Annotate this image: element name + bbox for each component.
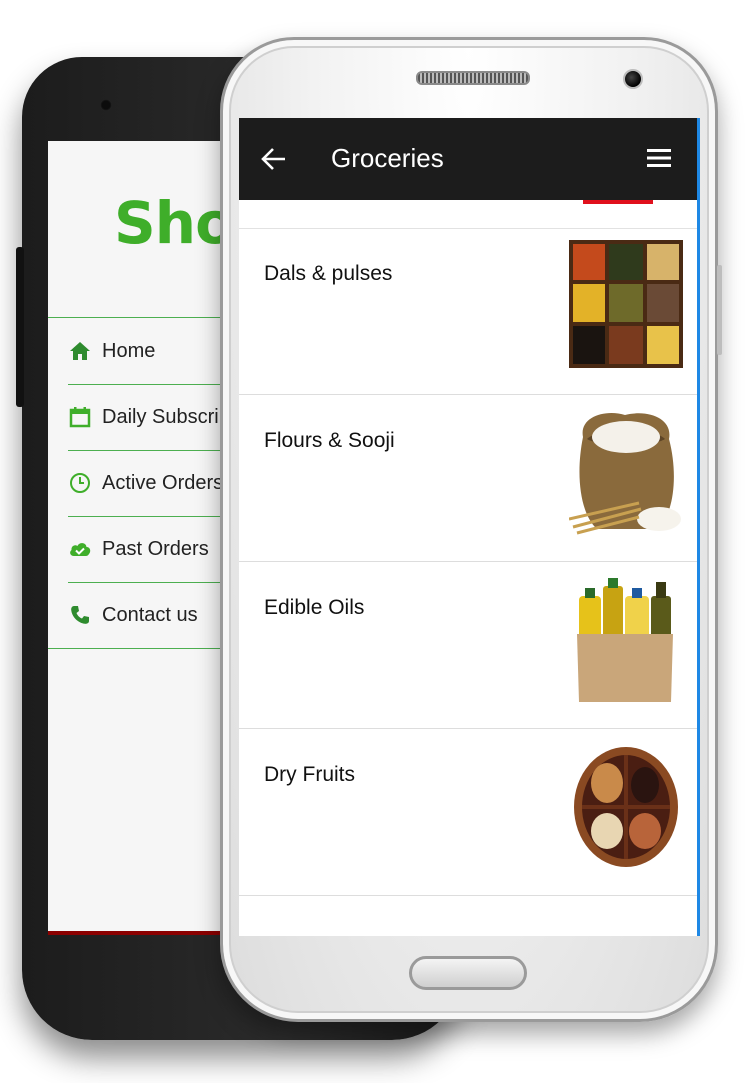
category-name: Flours & Sooji (264, 429, 395, 452)
home-icon (68, 339, 92, 363)
side-button (16, 247, 24, 407)
category-name: Dals & pulses (264, 262, 393, 285)
flour-sack-image (569, 413, 681, 535)
app-bar: Groceries (239, 118, 697, 200)
page-title: Groceries (331, 143, 444, 173)
menu-item-daily-subscription[interactable]: Daily Subscri (48, 384, 248, 450)
earpiece-speaker (416, 71, 530, 85)
front-camera (623, 69, 643, 89)
clock-icon (68, 471, 92, 495)
menu-item-contact-us[interactable]: Contact us (48, 582, 248, 649)
side-button (717, 265, 722, 355)
oil-bottles-image (577, 578, 673, 702)
category-row-dry-fruits[interactable]: Dry Fruits (239, 729, 697, 896)
category-list: Dals & pulses Flours & Sooji Edible Oils… (239, 228, 697, 896)
menu-item-label: Past Orders (102, 537, 209, 560)
hamburger-icon[interactable] (647, 148, 671, 168)
drawer-menu: Home Daily Subscri Active Orders Past Or… (48, 317, 248, 649)
arrow-left-icon[interactable] (261, 146, 287, 172)
previous-item-image-edge (583, 200, 653, 204)
front-phone: Groceries Dals & pulses Flours & Sooji E… (220, 37, 722, 1022)
menu-item-label: Contact us (102, 603, 198, 626)
menu-item-label: Daily Subscri (102, 405, 219, 428)
menu-item-label: Home (102, 339, 156, 362)
front-camera (100, 99, 112, 111)
category-row-edible-oils[interactable]: Edible Oils (239, 562, 697, 729)
category-name: Edible Oils (264, 596, 365, 619)
app-logo: Sho (114, 189, 235, 257)
calendar-icon (68, 405, 92, 429)
dry-fruits-bowl-image (574, 747, 678, 867)
groceries-screen: Groceries Dals & pulses Flours & Sooji E… (239, 118, 700, 936)
menu-item-past-orders[interactable]: Past Orders (48, 516, 248, 582)
category-name: Dry Fruits (264, 763, 355, 786)
dals-pulses-image (569, 240, 683, 368)
phone-icon (68, 603, 92, 627)
cloud-check-icon (68, 537, 92, 561)
drawer-screen: Sho Home Daily Subscri Active Orders Pas… (48, 141, 248, 935)
home-button[interactable] (409, 956, 527, 990)
category-row-flours-sooji[interactable]: Flours & Sooji (239, 395, 697, 562)
menu-item-label: Active Orders (102, 471, 224, 494)
menu-item-active-orders[interactable]: Active Orders (48, 450, 248, 516)
category-row-dals-pulses[interactable]: Dals & pulses (239, 228, 697, 395)
previous-item-strip (239, 200, 697, 229)
menu-item-home[interactable]: Home (48, 318, 248, 384)
